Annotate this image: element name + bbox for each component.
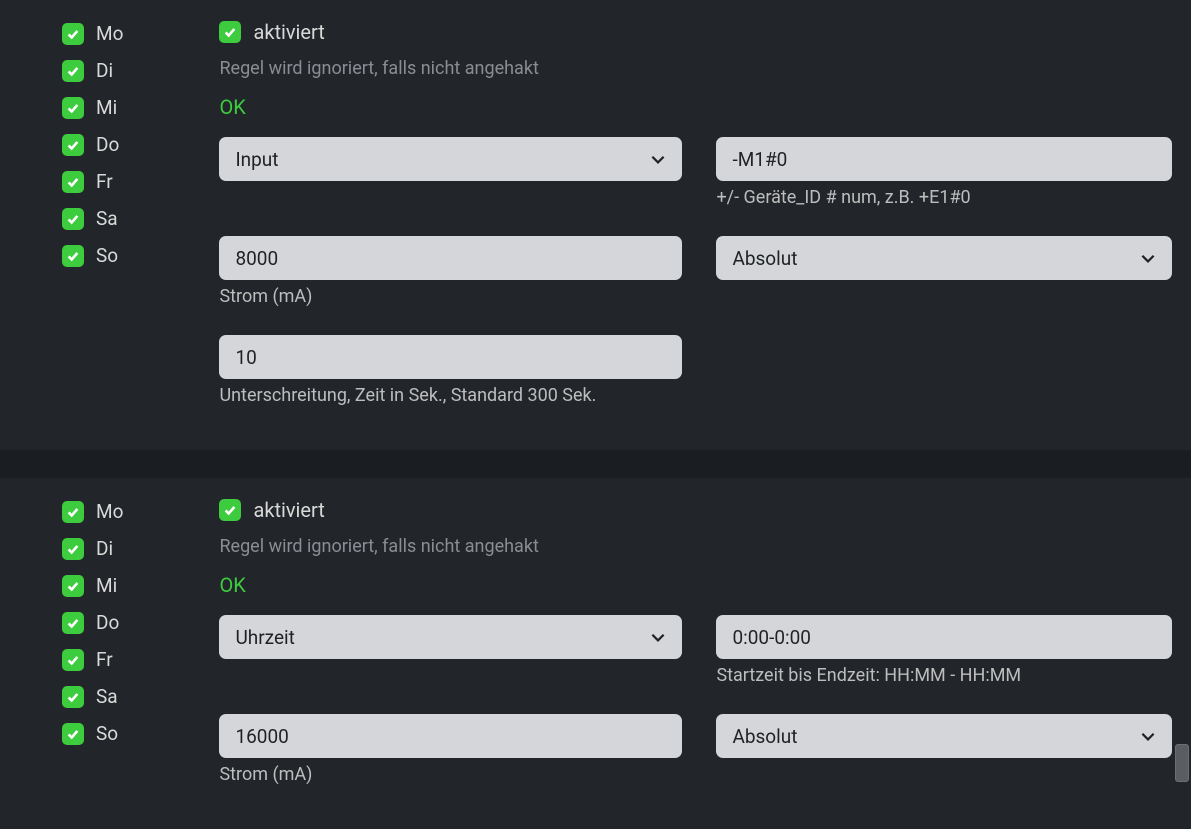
weekday-row: Mi <box>62 96 123 119</box>
aktiviert-row: aktiviert <box>219 498 1172 522</box>
checkbox-mo[interactable] <box>62 23 84 45</box>
weekday-label: Mo <box>96 500 123 523</box>
undershoot-row: Unterschreitung, Zeit in Sek., Standard … <box>219 335 1172 406</box>
condition-type-col: Uhrzeit <box>219 615 682 686</box>
checkbox-mi[interactable] <box>62 97 84 119</box>
weekday-row: Sa <box>62 685 123 708</box>
checkbox-aktiviert[interactable] <box>219 21 241 43</box>
current-value-col: Strom (mA) <box>219 236 682 307</box>
condition-help: +/- Geräte_ID # num, z.B. +E1#0 <box>716 187 1172 208</box>
weekday-row: Fr <box>62 170 123 193</box>
aktiviert-row: aktiviert <box>219 20 1172 44</box>
weekday-label: So <box>96 722 118 745</box>
weekday-label: Do <box>96 611 119 634</box>
select-value: Absolut <box>732 725 797 748</box>
current-label: Strom (mA) <box>219 286 682 307</box>
mode-col: Absolut <box>716 236 1172 307</box>
rule-card: Mo Di Mi Do Fr Sa <box>0 478 1191 829</box>
chevron-down-icon <box>648 627 668 647</box>
checkbox-do[interactable] <box>62 134 84 156</box>
checkbox-di[interactable] <box>62 538 84 560</box>
condition-row: Input +/- Geräte_ID # num, z.B. +E1#0 <box>219 137 1172 208</box>
checkbox-mo[interactable] <box>62 501 84 523</box>
weekday-row: Di <box>62 537 123 560</box>
weekday-row: Mo <box>62 500 123 523</box>
weekday-label: Mo <box>96 22 123 45</box>
checkbox-fr[interactable] <box>62 649 84 671</box>
weekday-row: So <box>62 244 123 267</box>
condition-type-select[interactable]: Input <box>219 137 682 181</box>
weekday-column: Mo Di Mi Do Fr Sa <box>62 20 123 426</box>
current-value-input[interactable] <box>219 714 682 758</box>
current-value-input[interactable] <box>219 236 682 280</box>
aktiviert-hint: Regel wird ignoriert, falls nicht angeha… <box>219 58 1172 79</box>
checkbox-sa[interactable] <box>62 686 84 708</box>
weekday-label: Mi <box>96 574 117 597</box>
checkbox-mi[interactable] <box>62 575 84 597</box>
weekday-row: Mo <box>62 22 123 45</box>
undershoot-col: Unterschreitung, Zeit in Sek., Standard … <box>219 335 682 406</box>
rule-main-column: aktiviert Regel wird ignoriert, falls ni… <box>219 20 1172 426</box>
scrollbar-thumb[interactable] <box>1175 744 1189 782</box>
aktiviert-hint: Regel wird ignoriert, falls nicht angeha… <box>219 536 1172 557</box>
weekday-row: So <box>62 722 123 745</box>
select-value: Uhrzeit <box>235 626 294 649</box>
select-value: Input <box>235 148 278 171</box>
rule-card-body: Mo Di Mi Do Fr Sa <box>62 498 1167 805</box>
rule-card-body: Mo Di Mi Do Fr Sa <box>62 20 1167 426</box>
status-text: OK <box>219 95 1172 119</box>
weekday-label: Di <box>96 59 113 82</box>
aktiviert-label: aktiviert <box>253 498 324 522</box>
condition-type-col: Input <box>219 137 682 208</box>
weekday-row: Di <box>62 59 123 82</box>
checkbox-do[interactable] <box>62 612 84 634</box>
chevron-down-icon <box>1138 726 1158 746</box>
current-row: Strom (mA) Absolut <box>219 714 1172 785</box>
rule-card: Mo Di Mi Do Fr Sa <box>0 0 1191 450</box>
condition-value-col: +/- Geräte_ID # num, z.B. +E1#0 <box>716 137 1172 208</box>
undershoot-help: Unterschreitung, Zeit in Sek., Standard … <box>219 385 682 406</box>
checkbox-fr[interactable] <box>62 171 84 193</box>
weekday-label: Sa <box>96 685 118 708</box>
checkbox-di[interactable] <box>62 60 84 82</box>
weekday-label: Sa <box>96 207 118 230</box>
current-row: Strom (mA) Absolut <box>219 236 1172 307</box>
chevron-down-icon <box>1138 248 1158 268</box>
weekday-row: Fr <box>62 648 123 671</box>
weekday-row: Do <box>62 133 123 156</box>
undershoot-input[interactable] <box>219 335 682 379</box>
weekday-row: Sa <box>62 207 123 230</box>
select-value: Absolut <box>732 247 797 270</box>
status-text: OK <box>219 573 1172 597</box>
aktiviert-label: aktiviert <box>253 20 324 44</box>
condition-type-select[interactable]: Uhrzeit <box>219 615 682 659</box>
checkbox-so[interactable] <box>62 245 84 267</box>
mode-select[interactable]: Absolut <box>716 714 1172 758</box>
condition-value-col: Startzeit bis Endzeit: HH:MM - HH:MM <box>716 615 1172 686</box>
condition-value-input[interactable] <box>716 137 1172 181</box>
chevron-down-icon <box>648 149 668 169</box>
weekday-label: Fr <box>96 648 113 671</box>
checkbox-sa[interactable] <box>62 208 84 230</box>
checkbox-so[interactable] <box>62 723 84 745</box>
mode-select[interactable]: Absolut <box>716 236 1172 280</box>
condition-value-input[interactable] <box>716 615 1172 659</box>
mode-col: Absolut <box>716 714 1172 785</box>
weekday-row: Mi <box>62 574 123 597</box>
weekday-label: Do <box>96 133 119 156</box>
checkbox-aktiviert[interactable] <box>219 499 241 521</box>
weekday-label: Mi <box>96 96 117 119</box>
weekday-label: So <box>96 244 118 267</box>
condition-row: Uhrzeit Startzeit bis Endzeit: HH:MM - H… <box>219 615 1172 686</box>
weekday-label: Fr <box>96 170 113 193</box>
weekday-row: Do <box>62 611 123 634</box>
current-label: Strom (mA) <box>219 764 682 785</box>
weekday-label: Di <box>96 537 113 560</box>
weekday-column: Mo Di Mi Do Fr Sa <box>62 498 123 805</box>
condition-help: Startzeit bis Endzeit: HH:MM - HH:MM <box>716 665 1172 686</box>
rule-main-column: aktiviert Regel wird ignoriert, falls ni… <box>219 498 1172 805</box>
current-value-col: Strom (mA) <box>219 714 682 785</box>
